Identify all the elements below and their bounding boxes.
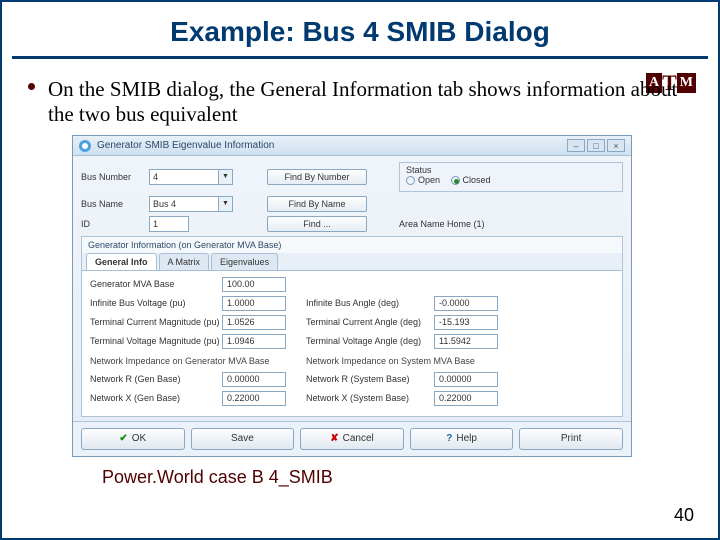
page-number: 40 xyxy=(674,505,694,526)
status-label: Status xyxy=(406,165,616,175)
status-closed-radio[interactable]: Closed xyxy=(451,175,491,185)
find-button[interactable]: Find ... xyxy=(267,216,367,232)
bullet-marker xyxy=(28,83,35,90)
cancel-button[interactable]: ✘ Cancel xyxy=(300,428,404,450)
bus-name-value[interactable]: Bus 4 xyxy=(149,196,219,212)
inf-bus-v-value[interactable]: 1.0000 xyxy=(222,296,286,311)
find-by-number-button[interactable]: Find By Number xyxy=(267,169,367,185)
inf-bus-a-label: Infinite Bus Angle (deg) xyxy=(306,298,434,308)
net-r-sys-label: Network R (System Base) xyxy=(306,374,434,384)
generator-info-group: Generator Information (on Generator MVA … xyxy=(81,236,623,417)
net-sys-header: Network Impedance on System MVA Base xyxy=(306,356,475,366)
chevron-down-icon[interactable]: ▼ xyxy=(219,169,233,185)
x-icon: ✘ xyxy=(330,433,338,444)
inf-bus-v-label: Infinite Bus Voltage (pu) xyxy=(90,298,222,308)
id-label: ID xyxy=(81,219,145,229)
term-va-label: Terminal Voltage Angle (deg) xyxy=(306,336,434,346)
area-name-label: Area Name Home (1) xyxy=(399,219,485,229)
tab-general-info[interactable]: General Info xyxy=(86,253,157,270)
status-open-radio[interactable]: Open xyxy=(406,175,440,185)
net-r-sys-value[interactable]: 0.00000 xyxy=(434,372,498,387)
app-icon xyxy=(79,140,91,152)
bus-number-combo[interactable]: 4 ▼ xyxy=(149,169,233,185)
minimize-button[interactable]: – xyxy=(567,139,585,152)
net-x-sys-value[interactable]: 0.22000 xyxy=(434,391,498,406)
term-ia-value[interactable]: -15.193 xyxy=(434,315,498,330)
ok-label: OK xyxy=(132,433,146,444)
cancel-label: Cancel xyxy=(343,433,374,444)
net-x-gen-value[interactable]: 0.22000 xyxy=(222,391,286,406)
check-icon: ✔ xyxy=(119,433,127,444)
net-r-gen-value[interactable]: 0.00000 xyxy=(222,372,286,387)
status-closed-text: Closed xyxy=(463,175,491,185)
close-button[interactable]: × xyxy=(607,139,625,152)
net-gen-header: Network Impedance on Generator MVA Base xyxy=(90,356,306,366)
term-ia-label: Terminal Current Angle (deg) xyxy=(306,317,434,327)
smib-dialog: Generator SMIB Eigenvalue Information – … xyxy=(72,135,632,457)
term-im-value[interactable]: 1.0526 xyxy=(222,315,286,330)
bus-name-label: Bus Name xyxy=(81,199,145,209)
question-icon: ? xyxy=(446,433,452,444)
bus-name-combo[interactable]: Bus 4 ▼ xyxy=(149,196,233,212)
id-value[interactable]: 1 xyxy=(149,216,189,232)
help-label: Help xyxy=(456,433,477,444)
dialog-body: Bus Number 4 ▼ Find By Number Status Ope… xyxy=(73,156,631,421)
area-name-value: Home (1) xyxy=(447,219,485,229)
group-title: Generator Information (on Generator MVA … xyxy=(82,237,622,253)
status-group: Status Open Closed xyxy=(399,162,623,192)
tab-a-matrix[interactable]: A Matrix xyxy=(159,253,210,270)
chevron-down-icon[interactable]: ▼ xyxy=(219,196,233,212)
bus-number-label: Bus Number xyxy=(81,172,145,182)
tab-strip: General Info A Matrix Eigenvalues xyxy=(82,253,622,271)
term-im-label: Terminal Current Magnitude (pu) xyxy=(90,317,222,327)
tab-body: Generator MVA Base 100.00 Infinite Bus V… xyxy=(82,271,622,416)
bus-number-value[interactable]: 4 xyxy=(149,169,219,185)
find-by-name-button[interactable]: Find By Name xyxy=(267,196,367,212)
tab-eigenvalues[interactable]: Eigenvalues xyxy=(211,253,278,270)
inf-bus-a-value[interactable]: -0.0000 xyxy=(434,296,498,311)
term-va-value[interactable]: 11.5942 xyxy=(434,334,498,349)
net-r-gen-label: Network R (Gen Base) xyxy=(90,374,222,384)
dialog-title: Generator SMIB Eigenvalue Information xyxy=(97,140,565,151)
caption-text: Power.World case B 4_SMIB xyxy=(102,467,718,488)
maximize-button[interactable]: □ xyxy=(587,139,605,152)
slide-title: Example: Bus 4 SMIB Dialog xyxy=(2,2,718,56)
mva-base-label: Generator MVA Base xyxy=(90,279,222,289)
bullet-text: On the SMIB dialog, the General Informat… xyxy=(2,59,718,127)
help-button[interactable]: ? Help xyxy=(410,428,514,450)
button-bar: ✔ OK Save ✘ Cancel ? Help Print xyxy=(73,421,631,456)
dialog-titlebar: Generator SMIB Eigenvalue Information – … xyxy=(73,136,631,156)
print-button[interactable]: Print xyxy=(519,428,623,450)
mva-base-value[interactable]: 100.00 xyxy=(222,277,286,292)
term-vm-value[interactable]: 1.0946 xyxy=(222,334,286,349)
ok-button[interactable]: ✔ OK xyxy=(81,428,185,450)
bullet-content: On the SMIB dialog, the General Informat… xyxy=(48,77,677,126)
save-button[interactable]: Save xyxy=(191,428,295,450)
net-x-sys-label: Network X (System Base) xyxy=(306,393,434,403)
term-vm-label: Terminal Voltage Magnitude (pu) xyxy=(90,336,222,346)
net-x-gen-label: Network X (Gen Base) xyxy=(90,393,222,403)
status-open-text: Open xyxy=(418,175,440,185)
